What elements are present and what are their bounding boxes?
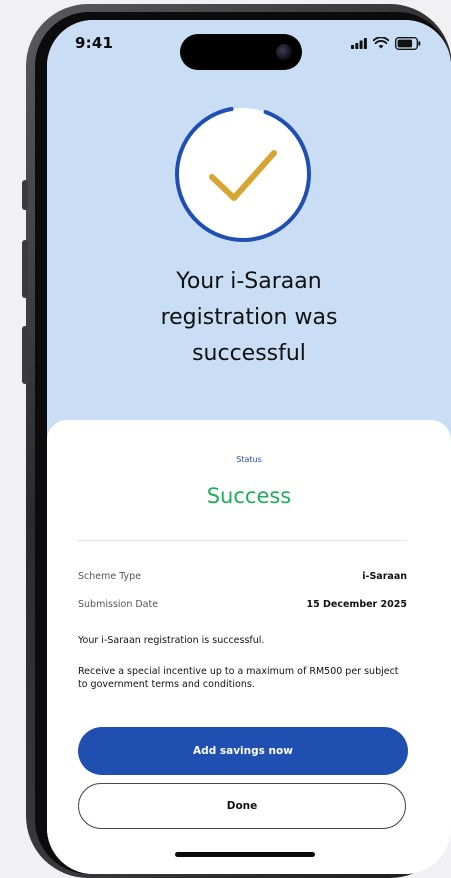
signal-icon	[351, 37, 367, 49]
info-incentive-text: Receive a special incentive up to a maxi…	[78, 666, 399, 690]
camera-icon	[276, 44, 292, 60]
wifi-icon	[373, 37, 389, 49]
status-label: Status	[236, 455, 262, 464]
status-bar: 9:41	[47, 20, 451, 70]
status-value: Success	[206, 484, 292, 508]
submission-date-label: Submission Date	[78, 599, 159, 610]
add-savings-button[interactable]: Add savings now	[78, 727, 408, 775]
phone-screen: 9:41 Your i-Saraan registration was succ…	[47, 20, 451, 874]
mute-switch	[22, 180, 28, 210]
scheme-type-label: Scheme Type	[78, 571, 142, 582]
divider	[77, 540, 407, 541]
home-indicator	[175, 852, 315, 857]
status-time: 9:41	[75, 34, 114, 52]
submission-date-value: 15 December 2025	[306, 599, 407, 610]
battery-icon	[395, 36, 421, 50]
volume-up-button	[22, 240, 28, 298]
status-icons	[351, 36, 421, 50]
page-title: Your i-Saraan registration was successfu…	[160, 269, 338, 366]
dynamic-island	[180, 34, 302, 70]
checkmark-icon	[175, 106, 311, 242]
info-success-text: Your i-Saraan registration is successful…	[78, 635, 265, 646]
hero-section: 9:41 Your i-Saraan registration was succ…	[47, 20, 451, 440]
scheme-type-value: i-Saraan	[362, 571, 407, 582]
volume-down-button	[22, 326, 28, 384]
done-button[interactable]: Done	[78, 783, 406, 829]
